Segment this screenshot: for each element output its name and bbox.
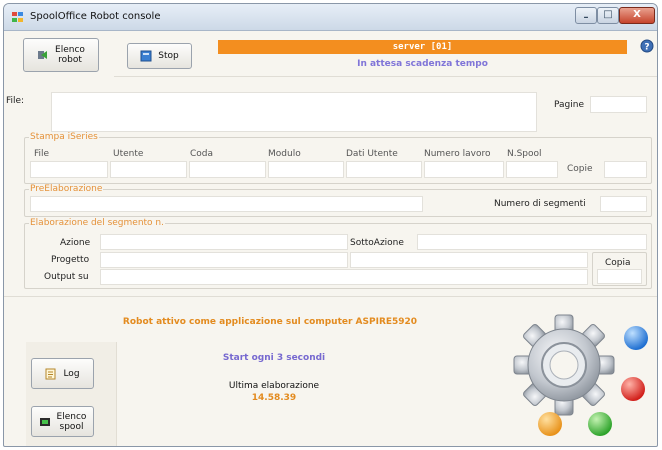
- col-coda: Coda: [190, 149, 214, 159]
- stop-icon: [140, 50, 152, 62]
- output-label: Output su: [44, 272, 89, 282]
- preelaborazione-field[interactable]: [30, 196, 423, 212]
- svg-text:?: ?: [644, 43, 649, 53]
- file-field[interactable]: [51, 92, 537, 132]
- sottoazione-label: SottoAzione: [350, 238, 404, 248]
- log-icon: [45, 368, 56, 379]
- stampa-legend: Stampa iSeries: [29, 132, 99, 142]
- robot-active-message: Robot attivo come applicazione sul compu…: [122, 317, 418, 327]
- stampa-dati-utente-field[interactable]: [346, 161, 422, 178]
- elaborazione-legend: Elaborazione del segmento n.: [29, 218, 165, 228]
- maximize-icon: □: [603, 9, 613, 20]
- stampa-modulo-field[interactable]: [268, 161, 344, 178]
- progetto-field[interactable]: [100, 252, 348, 268]
- stampa-coda-field[interactable]: [189, 161, 266, 178]
- preelaborazione-legend: PreElaborazione: [29, 184, 104, 194]
- file-label: File:: [6, 96, 25, 106]
- azione-label: Azione: [60, 238, 91, 248]
- close-button[interactable]: X: [619, 7, 655, 24]
- azione-field[interactable]: [100, 234, 348, 250]
- log-button[interactable]: Log: [31, 358, 94, 389]
- elenco-spool-label: Elenco spool: [56, 411, 87, 432]
- log-label: Log: [63, 368, 80, 379]
- segmenti-field[interactable]: [600, 196, 647, 212]
- green-arrow-icon: [38, 51, 48, 59]
- copia-field[interactable]: [597, 269, 642, 284]
- stampa-numero-lavoro-field[interactable]: [424, 161, 504, 178]
- minimize-icon: –: [583, 12, 589, 23]
- progetto-label: Progetto: [51, 255, 90, 265]
- window-title: SpoolOffice Robot console: [30, 11, 161, 22]
- col-numero-lavoro: Numero lavoro: [424, 149, 491, 159]
- toolbar-divider: [114, 76, 657, 77]
- stampa-utente-field[interactable]: [110, 161, 187, 178]
- minimize-button[interactable]: –: [575, 7, 597, 24]
- app-icon: [12, 12, 24, 23]
- sottoazione-field[interactable]: [417, 234, 647, 250]
- output-field[interactable]: [100, 269, 588, 285]
- col-modulo: Modulo: [268, 149, 301, 159]
- start-interval-message: Start ogni 3 secondi: [222, 353, 326, 363]
- stampa-n-spool-field[interactable]: [506, 161, 558, 178]
- copie-field[interactable]: [604, 161, 647, 178]
- stampa-file-field[interactable]: [30, 161, 108, 178]
- app-window: SpoolOffice Robot console – □ X Elenco r…: [3, 3, 658, 447]
- close-icon: X: [633, 9, 641, 20]
- pagine-label: Pagine: [554, 100, 584, 110]
- progetto-detail-field[interactable]: [350, 252, 588, 268]
- elenco-robot-label: Elenco robot: [55, 45, 85, 65]
- col-utente: Utente: [113, 149, 144, 159]
- pagine-field[interactable]: [590, 96, 647, 113]
- last-run-label: Ultima elaborazione: [228, 381, 320, 391]
- col-dati-utente: Dati Utente: [346, 149, 398, 159]
- elenco-spool-button[interactable]: Elenco spool: [31, 406, 94, 437]
- section-divider: [4, 296, 657, 297]
- title-bar: SpoolOffice Robot console – □ X: [4, 4, 657, 31]
- col-n-spool: N.Spool: [507, 149, 542, 159]
- copia-label: Copia: [605, 258, 631, 268]
- stop-label: Stop: [158, 51, 179, 61]
- copie-label: Copie: [567, 164, 593, 174]
- elenco-robot-button[interactable]: Elenco robot: [23, 38, 99, 72]
- server-status: In attesa scadenza tempo: [357, 59, 488, 69]
- spool-icon: [39, 417, 50, 426]
- stop-button[interactable]: Stop: [127, 43, 192, 69]
- segmenti-label: Numero di segmenti: [494, 199, 586, 209]
- server-banner: server [01]: [218, 40, 627, 54]
- gear-icon: [513, 314, 648, 436]
- last-run-time: 14.58.39: [251, 393, 297, 403]
- col-file: File: [34, 149, 50, 159]
- help-icon[interactable]: ?: [640, 39, 654, 53]
- maximize-button[interactable]: □: [597, 7, 619, 24]
